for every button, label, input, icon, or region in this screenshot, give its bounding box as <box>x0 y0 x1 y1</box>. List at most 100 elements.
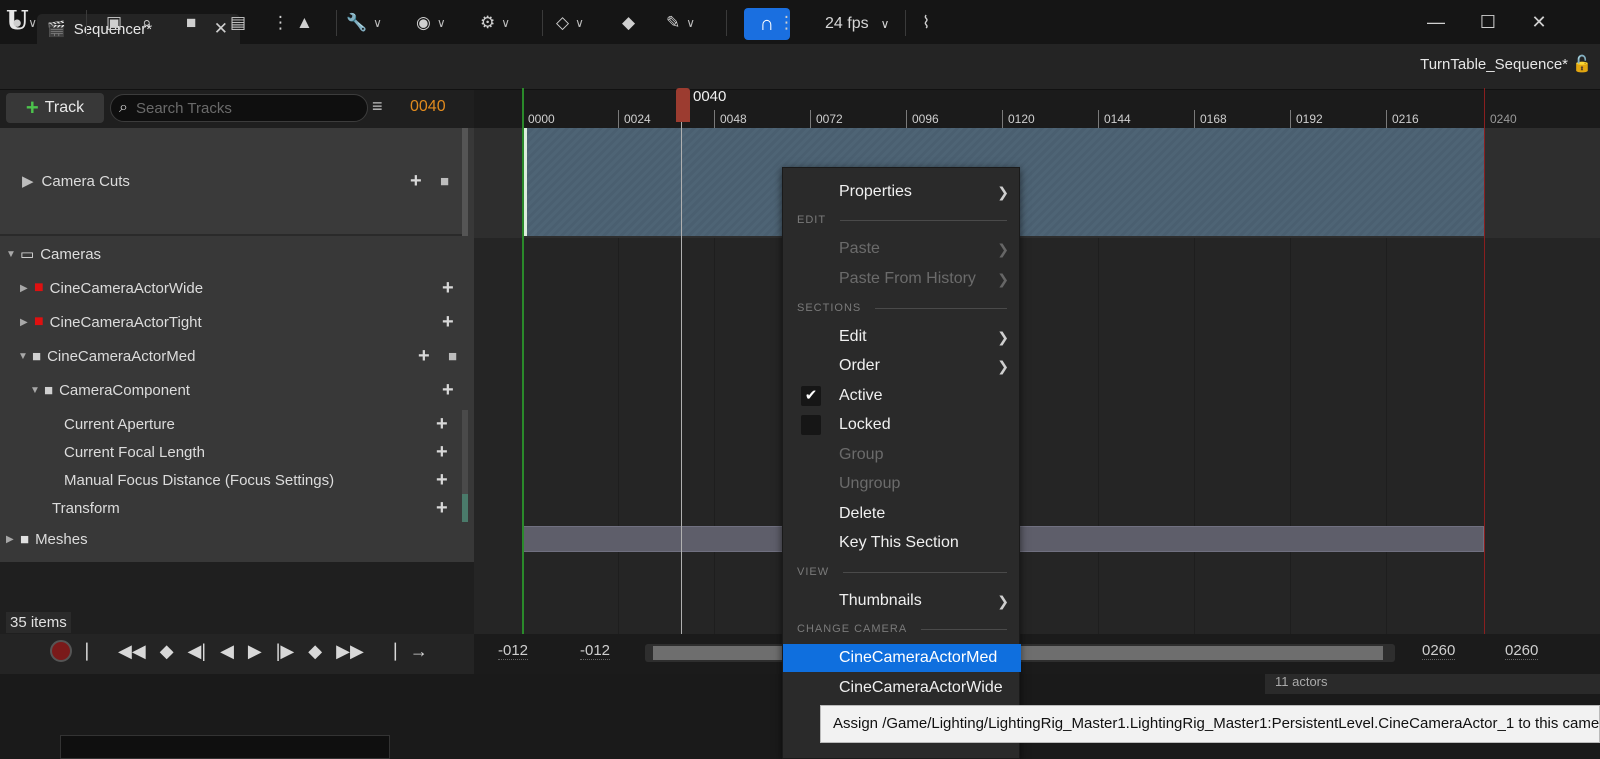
menu-item-order[interactable]: Order ❯ <box>783 352 1021 380</box>
curve-editor-icon[interactable]: ⌇ <box>922 8 930 38</box>
checkbox-checked-icon[interactable]: ✔ <box>801 386 821 406</box>
menu-item-cam-wide[interactable]: CineCameraActorWide <box>783 674 1021 702</box>
jump-to-end-icon[interactable]: ⎹ <box>378 641 396 662</box>
add-icon[interactable]: + <box>442 379 454 402</box>
expand-down-icon[interactable]: ▼ <box>18 351 32 362</box>
expand-down-icon[interactable]: ▼ <box>6 249 20 260</box>
key-options-button[interactable]: ◇ ∨ <box>556 8 584 38</box>
grid-line <box>714 238 715 634</box>
menu-label: Edit <box>839 328 867 345</box>
playhead-handle[interactable] <box>676 88 690 122</box>
menu-item-properties[interactable]: Properties ❯ <box>783 178 1021 206</box>
add-icon[interactable]: + <box>442 311 454 334</box>
menu-item-edit[interactable]: Edit ❯ <box>783 323 1021 351</box>
track-row-cameras[interactable]: ▼ ▭ Cameras <box>0 240 468 268</box>
find-asset-icon[interactable]: ⌕ <box>142 8 152 38</box>
more-options-icon[interactable]: ⋮ <box>272 8 289 38</box>
chevron-right-icon: ❯ <box>997 328 1009 345</box>
checkbox-unchecked-icon[interactable] <box>801 415 821 435</box>
menu-label: CineCameraActorMed <box>839 649 998 666</box>
add-icon[interactable]: + <box>418 345 430 368</box>
key-all-icon[interactable]: ◆ <box>622 8 635 38</box>
close-window-button[interactable]: ✕ <box>1519 6 1559 38</box>
menu-item-locked[interactable]: Locked <box>783 411 1021 439</box>
track-row-aperture[interactable]: Current Aperture + <box>0 410 468 438</box>
add-icon[interactable]: + <box>442 277 454 300</box>
step-back-icon[interactable]: ◀| <box>188 641 207 662</box>
track-row-cam-tight[interactable]: ▶ ■ CineCameraActorTight + <box>0 308 468 336</box>
track-row-camera-cuts[interactable]: ▶ Camera Cuts + ■ <box>0 128 468 236</box>
track-row-focal-length[interactable]: Current Focal Length + <box>0 438 468 466</box>
working-start-field[interactable]: -012 <box>580 642 611 660</box>
console-input[interactable] <box>60 735 390 759</box>
current-frame-field[interactable]: 0040 <box>410 98 446 116</box>
previous-key-icon[interactable]: ◆ <box>160 641 174 662</box>
play-reverse-icon[interactable]: ◀ <box>220 641 234 662</box>
camera-icon[interactable]: ■ <box>448 348 457 365</box>
track-row-meshes[interactable]: ▶ ■ Meshes <box>0 525 468 553</box>
chevron-right-icon: ❯ <box>997 592 1009 609</box>
ruler-tick: 0216 <box>1386 110 1419 128</box>
expand-right-icon[interactable]: ▶ <box>20 283 34 294</box>
scrollbar-track[interactable] <box>462 128 468 236</box>
expand-right-icon[interactable]: ▶ <box>6 534 20 545</box>
world-menu-button[interactable]: ● ∨ <box>12 8 37 38</box>
search-input[interactable] <box>135 99 336 117</box>
expand-right-icon[interactable]: ▶ <box>20 317 34 328</box>
expand-down-icon[interactable]: ▼ <box>30 385 44 396</box>
snap-options-icon[interactable]: ⋮ <box>778 8 795 38</box>
tools-menu-button[interactable]: 🔧 ∨ <box>346 8 382 38</box>
menu-label: CineCameraActorWide <box>839 679 1003 696</box>
scrollbar-thumb[interactable] <box>462 494 468 522</box>
edit-options-button[interactable]: ✎ ∨ <box>666 8 695 38</box>
playback-options-button[interactable]: ⚙ ∨ <box>480 8 510 38</box>
record-button[interactable] <box>50 640 72 662</box>
scrollbar-track[interactable] <box>462 410 468 496</box>
render-movie-icon[interactable]: ▤ <box>230 8 246 38</box>
previous-frame-icon[interactable]: ◀◀ <box>118 641 146 662</box>
track-row-focus-distance[interactable]: Manual Focus Distance (Focus Settings) + <box>0 466 468 494</box>
add-icon[interactable]: + <box>410 170 422 193</box>
next-key-icon[interactable]: ◆ <box>308 641 322 662</box>
camera-icon[interactable]: ■ <box>440 173 449 190</box>
add-icon[interactable]: + <box>436 469 448 492</box>
save-icon[interactable]: ▣ <box>106 8 122 38</box>
transport-controls: ⎸ ◀◀ ◆ ◀| ◀ ▶ |▶ ◆ ▶▶ ⎹ → <box>50 640 428 662</box>
track-row-camera-component[interactable]: ▼ ■ CameraComponent + <box>0 376 468 404</box>
filter-icon[interactable]: ≡ <box>372 96 383 117</box>
chevron-right-icon: ❯ <box>997 183 1009 200</box>
working-end-field[interactable]: 0260 <box>1422 642 1456 660</box>
track-row-cam-med[interactable]: ▼ ■ CineCameraActorMed + ■ <box>0 342 468 370</box>
add-track-button[interactable]: + Track <box>6 93 104 123</box>
menu-label: Order <box>839 357 880 374</box>
maximize-button[interactable]: ☐ <box>1468 6 1508 38</box>
playback-start-marker[interactable] <box>522 88 524 634</box>
play-icon[interactable]: ▶ <box>248 641 262 662</box>
tab-close-icon[interactable]: ✕ <box>214 19 228 39</box>
menu-item-cam-med[interactable]: CineCameraActorMed <box>783 644 1021 672</box>
tab-sequencer[interactable]: 🎬 Sequencer* ✕ <box>37 14 240 44</box>
view-start-field[interactable]: -012 <box>498 642 529 660</box>
menu-item-delete[interactable]: Delete <box>783 500 1021 528</box>
director-icon[interactable]: ▲ <box>296 8 313 38</box>
menu-item-active[interactable]: ✔ Active <box>783 382 1021 410</box>
eye-icon: ◉ <box>416 13 431 32</box>
minimize-button[interactable]: — <box>1416 6 1456 38</box>
jump-to-start-icon[interactable]: ⎸ <box>86 641 104 662</box>
next-frame-icon[interactable]: ▶▶ <box>336 641 364 662</box>
loop-icon[interactable]: → <box>410 641 428 662</box>
view-end-field[interactable]: 0260 <box>1505 642 1539 660</box>
menu-item-key-section[interactable]: Key This Section <box>783 529 1021 557</box>
fps-selector[interactable]: 24 fps ∨ <box>825 10 889 38</box>
lock-icon[interactable]: 🔓 <box>1572 54 1592 74</box>
step-forward-icon[interactable]: |▶ <box>276 641 295 662</box>
track-row-cam-wide[interactable]: ▶ ■ CineCameraActorWide + <box>0 274 468 302</box>
add-icon[interactable]: + <box>436 441 448 464</box>
add-icon[interactable]: + <box>436 413 448 436</box>
camera-icon[interactable]: ■ <box>186 8 196 38</box>
playback-end-marker[interactable] <box>1484 88 1485 634</box>
track-row-transform[interactable]: Transform + <box>0 494 468 522</box>
add-icon[interactable]: + <box>436 497 448 520</box>
menu-item-thumbnails[interactable]: Thumbnails ❯ <box>783 587 1021 615</box>
view-options-button[interactable]: ◉ ∨ <box>416 8 446 38</box>
